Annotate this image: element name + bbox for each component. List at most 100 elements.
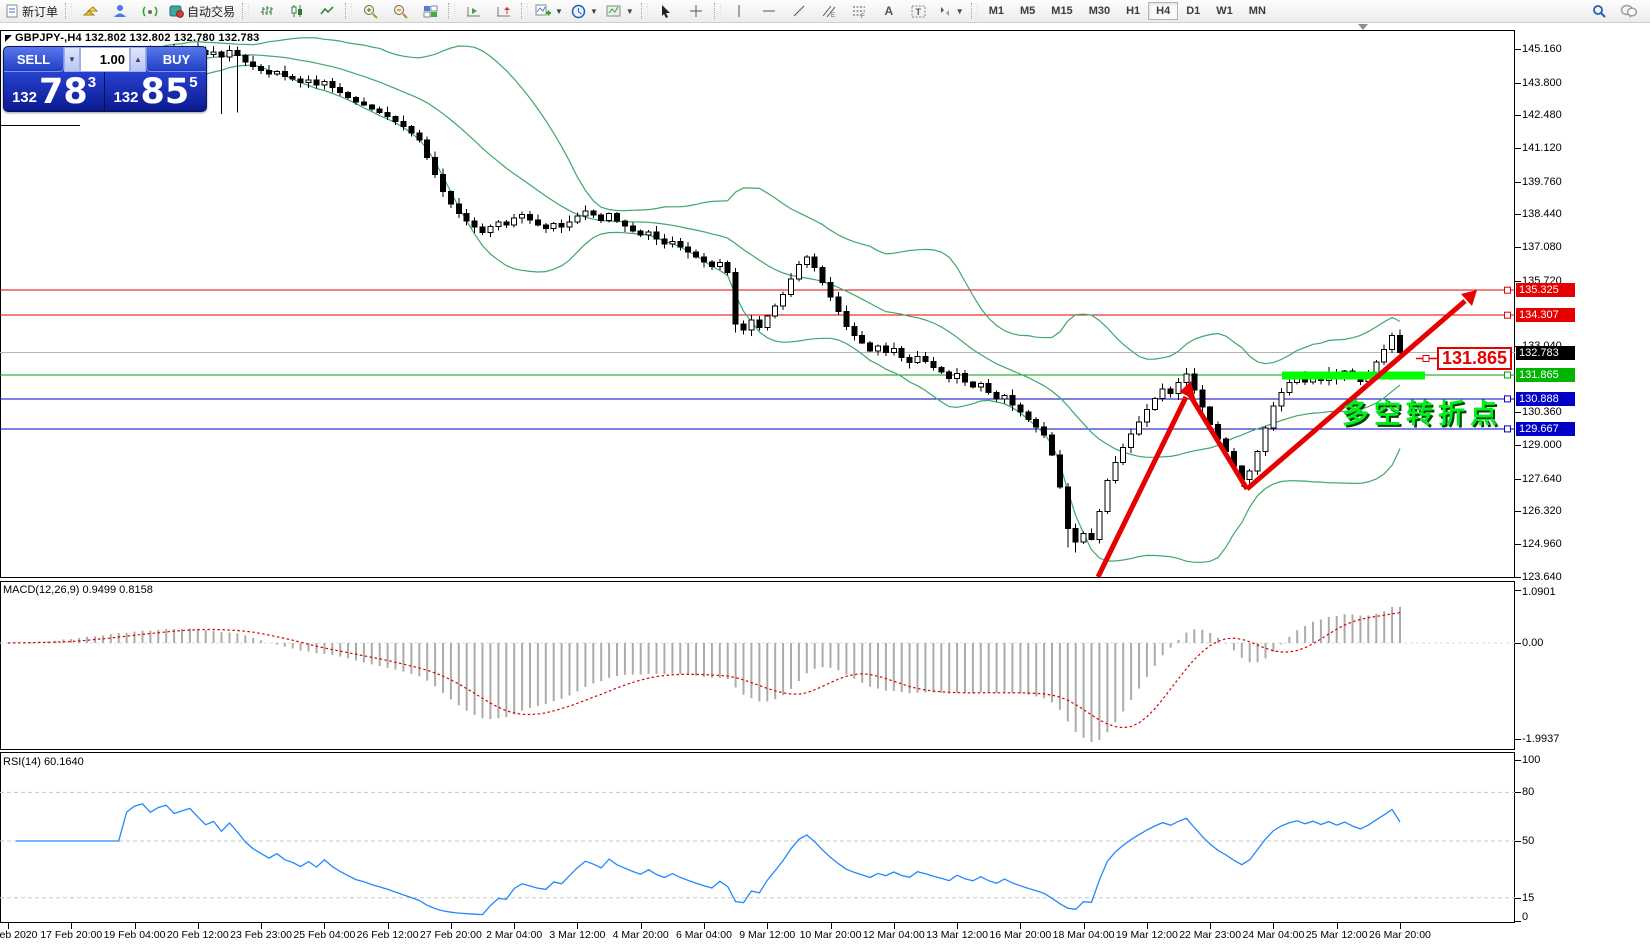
rsi-axis-tick — [1515, 792, 1521, 793]
price-axis-tick-label: 127.640 — [1522, 473, 1562, 485]
price-axis-tick-label: 137.080 — [1522, 241, 1562, 253]
label-tool[interactable]: T — [904, 0, 934, 22]
buy-price-button[interactable]: 132 85 5 — [105, 72, 206, 111]
tab-timeframe-H1[interactable]: H1 — [1118, 2, 1148, 20]
price-axis-tick — [1515, 511, 1521, 512]
gold-icon — [82, 4, 98, 18]
timeframe-group: M1M5M15M30H1H4D1W1MN — [981, 2, 1274, 20]
templates-icon — [606, 4, 622, 18]
toolbar-separator — [521, 3, 528, 19]
buy-price-prefix: 132 — [113, 87, 138, 109]
profile-button[interactable] — [105, 0, 135, 22]
indicators-button[interactable]: ▼ — [531, 0, 567, 22]
volume-decrease-button[interactable]: ▼ — [64, 47, 80, 72]
new-order-label: 新订单 — [22, 3, 58, 20]
time-axis-label: 12 Mar 04:00 — [863, 929, 925, 941]
toolbar-separator — [65, 3, 72, 19]
price-axis-tick — [1515, 214, 1521, 215]
price-level-badge: 130.888 — [1516, 392, 1575, 406]
price-axis-tick — [1515, 49, 1521, 50]
tab-timeframe-W1[interactable]: W1 — [1208, 2, 1241, 20]
time-axis-label: 27 Feb 20:00 — [420, 929, 482, 941]
tile-windows-button[interactable] — [415, 0, 445, 22]
time-axis-label: 13 Mar 12:00 — [926, 929, 988, 941]
vertical-line-tool[interactable] — [724, 0, 754, 22]
tab-timeframe-D1[interactable]: D1 — [1178, 2, 1208, 20]
periods-icon — [571, 4, 586, 19]
price-level-badge: 134.307 — [1516, 308, 1575, 322]
time-axis-label: 25 Feb 04:00 — [293, 929, 355, 941]
time-axis-label: 24 Mar 04:00 — [1242, 929, 1304, 941]
tab-timeframe-M30[interactable]: M30 — [1081, 2, 1118, 20]
dropdown-arrow-icon: ▼ — [956, 7, 964, 16]
rsi-axis-label: 0 — [1522, 911, 1528, 923]
time-axis-label: 14 Feb 2020 — [0, 929, 37, 941]
price-annotation-box[interactable]: 131.865 — [1437, 347, 1512, 370]
new-order-button[interactable]: 新订单 — [1, 0, 62, 22]
tab-timeframe-M1[interactable]: M1 — [981, 2, 1012, 20]
toolbar-separator — [448, 3, 455, 19]
chart-shift-marker-icon[interactable] — [1358, 24, 1368, 30]
toolbar-separator — [641, 3, 648, 19]
arrows-tool[interactable]: ▼ — [934, 0, 968, 22]
horizontal-line-tool[interactable] — [754, 0, 784, 22]
auto-trading-button[interactable]: 自动交易 — [165, 0, 239, 22]
volume-increase-button[interactable]: ▲ — [130, 47, 146, 72]
rsi-axis-tick — [1515, 898, 1521, 899]
rsi-axis-tick — [1515, 841, 1521, 842]
cursor-tool-button[interactable] — [651, 0, 681, 22]
candlestick-icon — [290, 4, 304, 18]
channel-tool[interactable]: E — [814, 0, 844, 22]
auto-trading-icon — [169, 4, 184, 18]
price-axis-tick-label: 129.000 — [1522, 439, 1562, 451]
chart-shift-button[interactable] — [488, 0, 518, 22]
candlestick-button[interactable] — [282, 0, 312, 22]
price-axis-tick — [1515, 83, 1521, 84]
market-watch-button[interactable] — [75, 0, 105, 22]
macd-axis-label: -1.9937 — [1522, 733, 1559, 745]
text-tool[interactable]: A — [874, 0, 904, 22]
price-axis-tick — [1515, 479, 1521, 480]
search-button[interactable] — [1584, 0, 1614, 22]
zoom-in-button[interactable] — [355, 0, 385, 22]
crosshair-icon — [689, 4, 703, 18]
sell-price-big: 78 — [39, 76, 88, 109]
rsi-pane[interactable] — [0, 752, 1515, 924]
chat-button[interactable] — [1614, 0, 1644, 22]
sell-price-button[interactable]: 132 78 3 — [4, 72, 105, 111]
rsi-axis-label: 100 — [1522, 754, 1540, 766]
price-level-badge: 131.865 — [1516, 368, 1575, 382]
tab-timeframe-H4[interactable]: H4 — [1148, 2, 1178, 20]
fibonacci-tool[interactable]: F — [844, 0, 874, 22]
price-chart[interactable] — [0, 30, 1515, 578]
crosshair-tool-button[interactable] — [681, 0, 711, 22]
time-axis-label: 18 Mar 04:00 — [1053, 929, 1115, 941]
tab-timeframe-M5[interactable]: M5 — [1012, 2, 1043, 20]
dropdown-arrow-icon: ▼ — [590, 7, 598, 16]
arrows-icon — [938, 5, 952, 18]
sell-button[interactable]: SELL — [4, 47, 64, 72]
volume-input[interactable]: 1.00 — [80, 47, 130, 72]
line-chart-button[interactable] — [312, 0, 342, 22]
turning-point-text: 多空转折点 — [1342, 392, 1502, 431]
tab-timeframe-MN[interactable]: MN — [1241, 2, 1274, 20]
tab-timeframe-M15[interactable]: M15 — [1043, 2, 1080, 20]
toolbar-separator — [971, 3, 978, 19]
toolbar-separator — [242, 3, 249, 19]
rsi-axis-tick — [1515, 760, 1521, 761]
zoom-out-button[interactable] — [385, 0, 415, 22]
time-axis-label: 10 Mar 20:00 — [800, 929, 862, 941]
time-axis-label: 6 Mar 04:00 — [676, 929, 732, 941]
price-axis-tick — [1515, 182, 1521, 183]
trendline-tool[interactable] — [784, 0, 814, 22]
macd-pane[interactable] — [0, 581, 1515, 751]
templates-button[interactable]: ▼ — [602, 0, 638, 22]
buy-button[interactable]: BUY — [146, 47, 206, 72]
periods-button[interactable]: ▼ — [567, 0, 602, 22]
auto-scroll-button[interactable] — [458, 0, 488, 22]
line-chart-icon — [320, 4, 334, 18]
bar-chart-button[interactable] — [252, 0, 282, 22]
macd-axis-tick — [1515, 590, 1521, 591]
signals-button[interactable] — [135, 0, 165, 22]
price-axis-tick-label: 139.760 — [1522, 176, 1562, 188]
